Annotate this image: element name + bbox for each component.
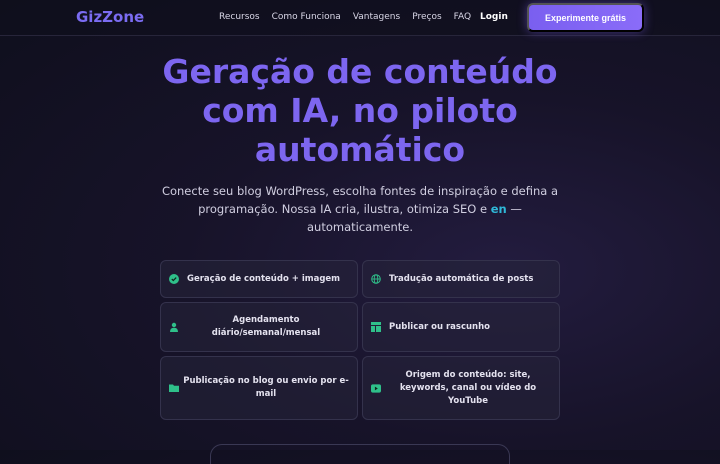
try-free-button[interactable]: Experimente grátis: [527, 3, 644, 32]
feature-label: Geração de conteúdo + imagem: [187, 273, 341, 284]
youtube-icon: [371, 383, 381, 393]
user-icon: [169, 322, 179, 332]
feature-label: Tradução automática de posts: [389, 273, 534, 284]
bottom-panel-edge: [210, 444, 510, 464]
check-circle-icon: [169, 274, 179, 284]
nav-link-precos[interactable]: Preços: [412, 12, 441, 22]
globe-icon: [371, 274, 381, 284]
feature-card-translation: Tradução automática de posts: [362, 260, 560, 298]
navbar: GizZone Recursos Como Funciona Vantagens…: [0, 0, 720, 36]
nav-link-faq[interactable]: FAQ: [454, 12, 471, 22]
layout-icon: [371, 322, 381, 332]
login-link[interactable]: Login: [480, 12, 508, 22]
logo[interactable]: GizZone: [76, 8, 144, 26]
feature-card-content-image: Geração de conteúdo + imagem: [160, 260, 358, 298]
language-highlight: en: [490, 202, 507, 216]
folder-icon: [169, 383, 179, 393]
hero-title-line2: com IA, no piloto: [202, 91, 518, 130]
feature-card-publish-draft: Publicar ou rascunho: [362, 302, 560, 352]
hero-title-line1: Geração de conteúdo: [162, 52, 558, 91]
feature-card-blog-email: Publicação no blog ou envio por e-mail: [160, 356, 358, 420]
hero-title: Geração de conteúdo com IA, no piloto au…: [150, 52, 570, 169]
nav-links: Recursos Como Funciona Vantagens Preços …: [219, 12, 471, 22]
feature-card-content-source: Origem do conteúdo: site, keywords, cana…: [362, 356, 560, 420]
feature-label: Agendamento diário/semanal/mensal: [211, 315, 321, 338]
nav-link-recursos[interactable]: Recursos: [219, 12, 260, 22]
feature-label: Publicação no blog ou envio por e-mail: [183, 376, 349, 399]
feature-label: Publicar ou rascunho: [389, 321, 490, 332]
hero-title-line3: automático: [254, 130, 466, 169]
feature-card-scheduling: Agendamento diário/semanal/mensal: [160, 302, 358, 352]
nav-link-como-funciona[interactable]: Como Funciona: [272, 12, 341, 22]
feature-label: Origem do conteúdo: site, keywords, cana…: [399, 369, 537, 406]
hero-subtitle: Conecte seu blog WordPress, escolha font…: [160, 182, 560, 236]
nav-link-vantagens[interactable]: Vantagens: [353, 12, 400, 22]
